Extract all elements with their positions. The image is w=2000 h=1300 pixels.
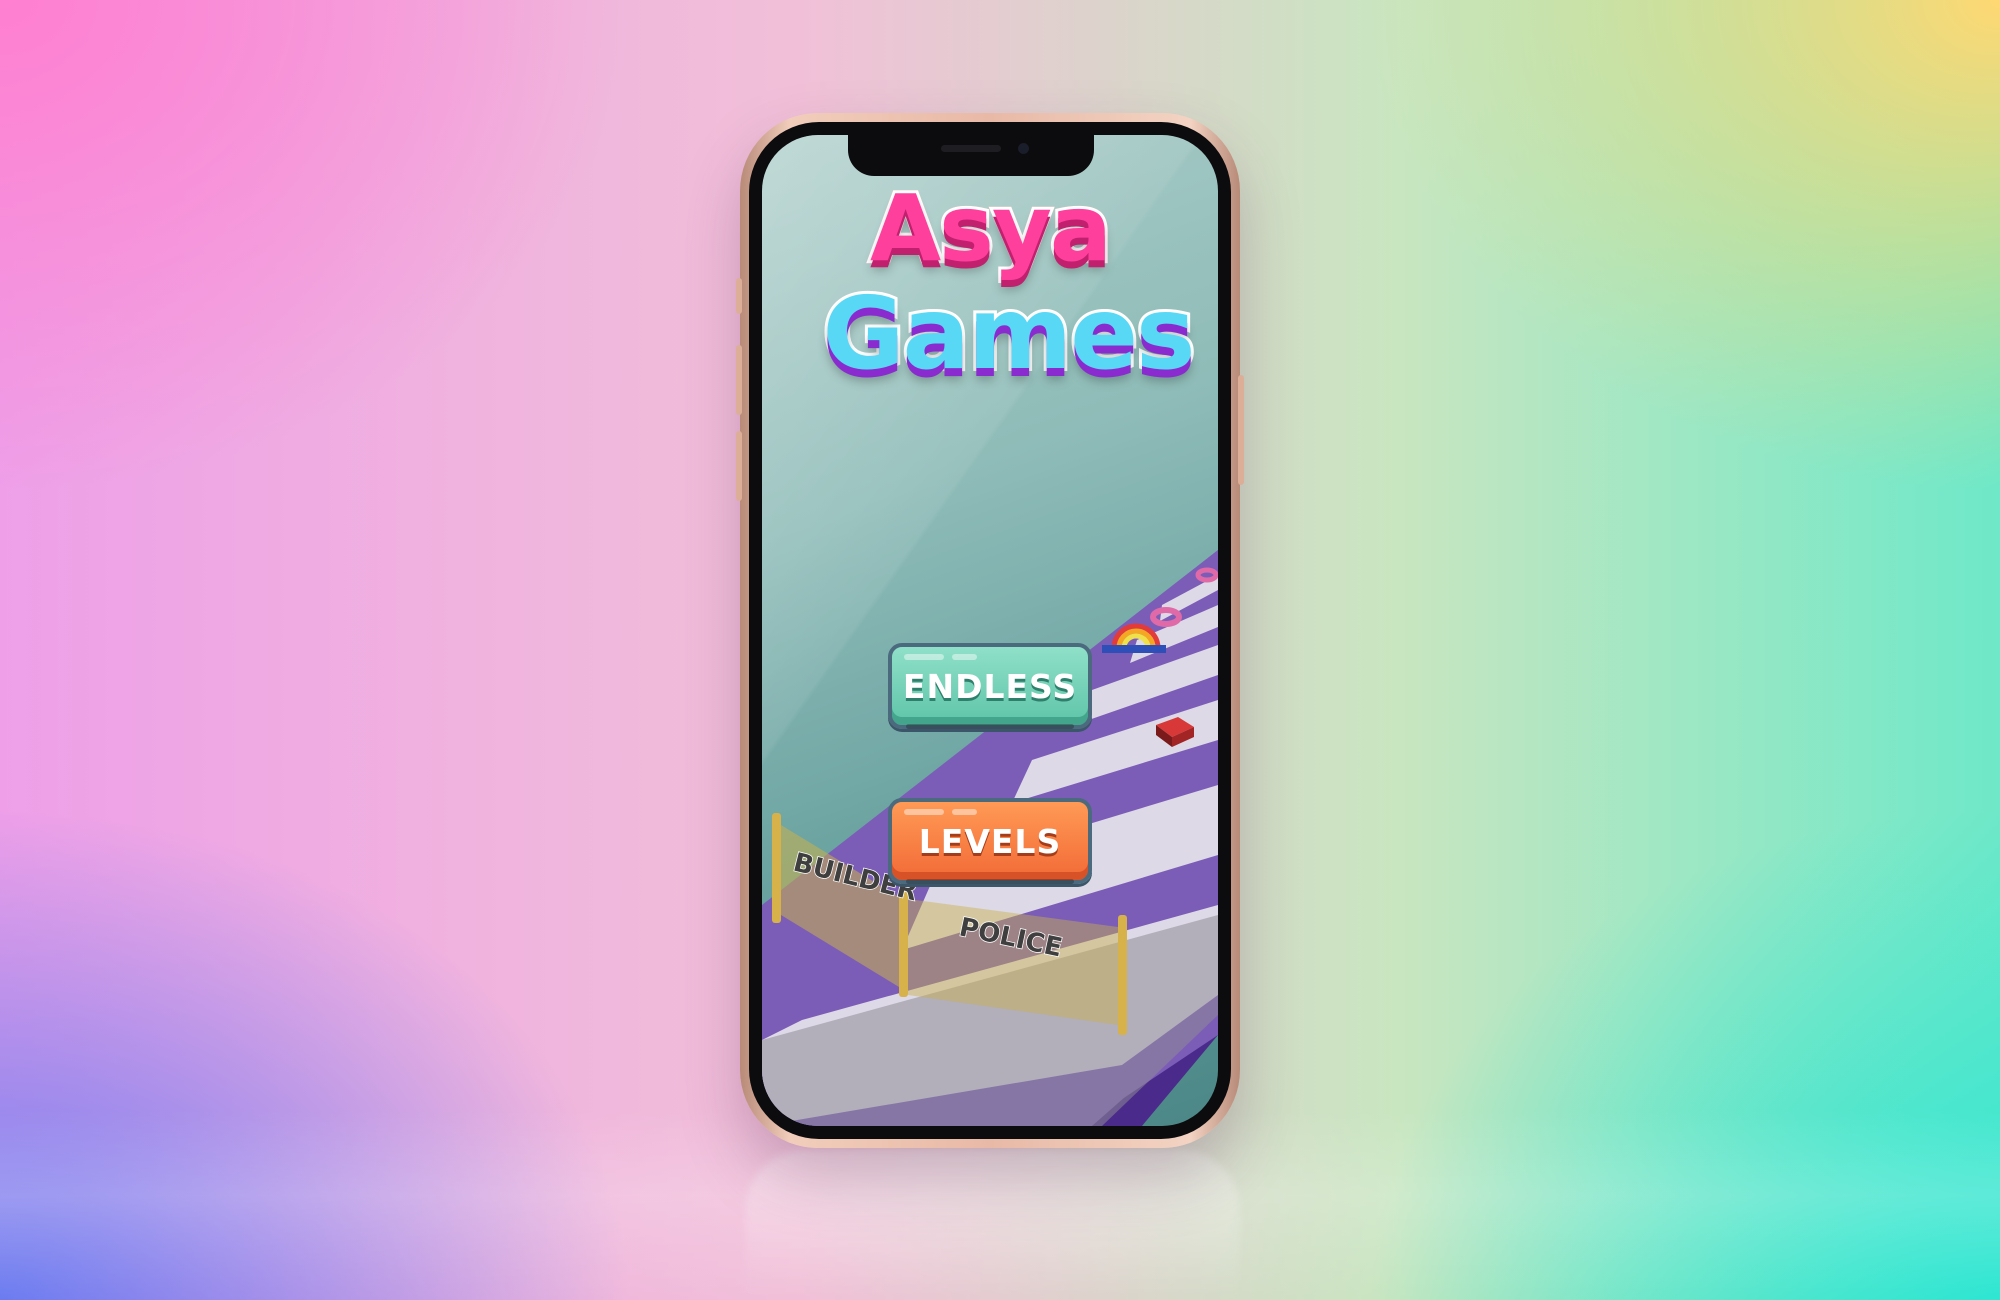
phone-reflection [745,1150,1240,1300]
levels-button-label: LEVELS [918,821,1062,861]
button-base [906,724,1074,729]
phone-volume-up-button [736,345,742,415]
button-highlight [904,654,944,660]
logo-title-games: Games [819,272,1198,395]
speaker-grille [941,145,1001,152]
button-base [906,879,1074,884]
phone-power-button [1238,375,1244,485]
endless-button[interactable]: ENDLESS [888,643,1092,729]
button-highlight [904,809,944,815]
levels-button[interactable]: LEVELS [888,798,1092,884]
phone-mockup: BUILDER POLICE Asya Games ENDLESS LEVELS [736,113,1244,1148]
endless-button-label: ENDLESS [902,666,1078,706]
phone-volume-down-button [736,431,742,501]
front-camera [1018,143,1029,154]
button-highlight [952,654,977,660]
logo-title-asya: Asya [762,172,1218,285]
button-highlight [952,809,977,815]
phone-notch [848,135,1094,176]
game-screen[interactable]: BUILDER POLICE Asya Games ENDLESS LEVELS [762,135,1218,1126]
phone-mute-switch [736,278,742,314]
